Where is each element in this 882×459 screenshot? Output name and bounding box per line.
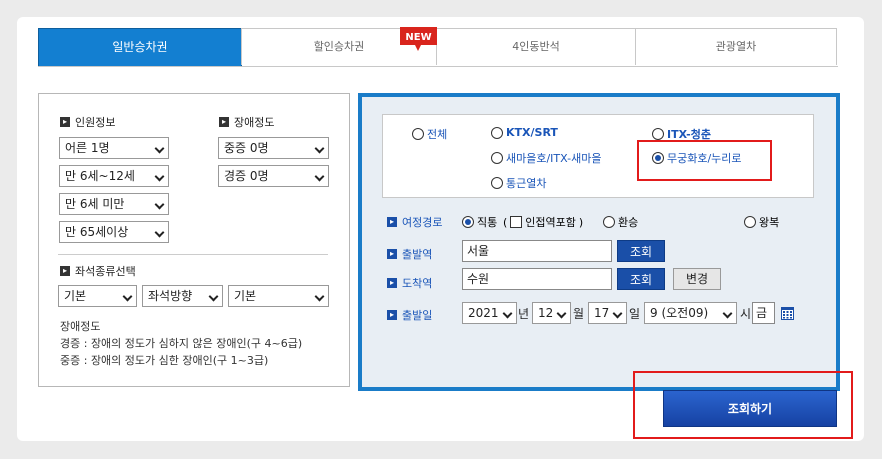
seat-direction-select[interactable]: 좌석방향 [142, 285, 223, 307]
departure-search-button[interactable]: 조회 [617, 240, 665, 262]
day-unit: 일 [629, 307, 641, 321]
year-unit: 년 [518, 307, 530, 321]
person-info-heading: ▸ 인원정보 [60, 114, 115, 130]
radio-icon [491, 152, 503, 164]
nearby-checkbox[interactable]: (인접역포함) [503, 214, 583, 230]
arrow-icon: ▸ [387, 217, 397, 227]
severe-disability-select[interactable]: 중증 0명 [218, 137, 329, 159]
new-badge: NEW [400, 27, 437, 51]
arrow-icon: ▸ [387, 278, 397, 288]
departure-input[interactable]: 서울 [462, 240, 612, 262]
month-select[interactable]: 12 [532, 302, 571, 324]
arrow-icon: ▸ [387, 310, 397, 320]
child-count-select[interactable]: 만 6세~12세 [59, 165, 169, 187]
calendar-icon[interactable] [781, 307, 794, 320]
radio-icon [603, 216, 615, 228]
radio-commuter[interactable]: 통근열차 [491, 175, 546, 191]
date-label: ▸ 출발일 [387, 307, 432, 323]
radio-transfer[interactable]: 환승 [603, 214, 638, 230]
note-mild: 경증 : 장애의 정도가 심하지 않은 장애인(구 4~6급) [60, 337, 303, 350]
radio-selected-icon [462, 216, 474, 228]
radio-icon [491, 126, 503, 139]
radio-saemaeul[interactable]: 새마을호/ITX-새마을 [491, 150, 601, 166]
arrival-search-button[interactable]: 조회 [617, 268, 665, 290]
checkbox-icon [510, 216, 523, 228]
note-severe: 중증 : 장애의 정도가 심한 장애인(구 1~3급) [60, 354, 269, 367]
disability-heading: ▸ 장애정도 [219, 114, 274, 130]
radio-icon [491, 177, 503, 189]
radio-ktx[interactable]: KTX/SRT [491, 126, 558, 139]
hour-select[interactable]: 9 (오전09) [644, 302, 737, 324]
divider [58, 254, 328, 255]
departure-label: ▸ 출발역 [387, 246, 432, 262]
note-title: 장애정도 [60, 320, 101, 333]
highlight-search-button [633, 371, 853, 439]
arrival-input[interactable]: 수원 [462, 268, 612, 290]
tab-tour-train[interactable]: 관광열차 [635, 28, 837, 65]
tab-regular[interactable]: 일반승차권 [38, 28, 242, 66]
seat-type-heading: ▸ 좌석종류선택 [60, 263, 136, 279]
year-select[interactable]: 2021 [462, 302, 517, 324]
new-badge-text: NEW [405, 32, 431, 43]
highlight-mugunghwa [637, 140, 772, 181]
seat-position-select[interactable]: 기본 [228, 285, 329, 307]
ticket-tabs: 일반승차권 할인승차권 4인동반석 관광열차 [38, 28, 838, 67]
weekday-field: 금 [752, 302, 775, 324]
mild-disability-select[interactable]: 경증 0명 [218, 165, 329, 187]
seat-type-select[interactable]: 기본 [58, 285, 137, 307]
month-unit: 월 [573, 307, 585, 321]
infant-count-select[interactable]: 만 6세 미만 [59, 193, 169, 215]
radio-icon [412, 128, 424, 140]
radio-direct[interactable]: 직통 [462, 214, 497, 230]
adult-count-select[interactable]: 어른 1명 [59, 137, 169, 159]
day-select[interactable]: 17 [588, 302, 627, 324]
tab-four-companion[interactable]: 4인동반석 [436, 28, 636, 65]
arrow-icon: ▸ [60, 266, 70, 276]
arrow-icon: ▸ [60, 117, 70, 127]
arrow-icon: ▸ [387, 249, 397, 259]
radio-icon [744, 216, 756, 228]
arrow-icon: ▸ [219, 117, 229, 127]
hour-unit: 시 [740, 307, 752, 321]
route-label: ▸ 여정경로 [387, 214, 442, 230]
radio-roundtrip[interactable]: 왕복 [744, 214, 779, 230]
radio-all[interactable]: 전체 [412, 126, 447, 142]
arrival-label: ▸ 도착역 [387, 275, 432, 291]
radio-icon [652, 128, 664, 140]
swap-stations-button[interactable]: 변경 [673, 268, 721, 290]
senior-count-select[interactable]: 만 65세이상 [59, 221, 169, 243]
